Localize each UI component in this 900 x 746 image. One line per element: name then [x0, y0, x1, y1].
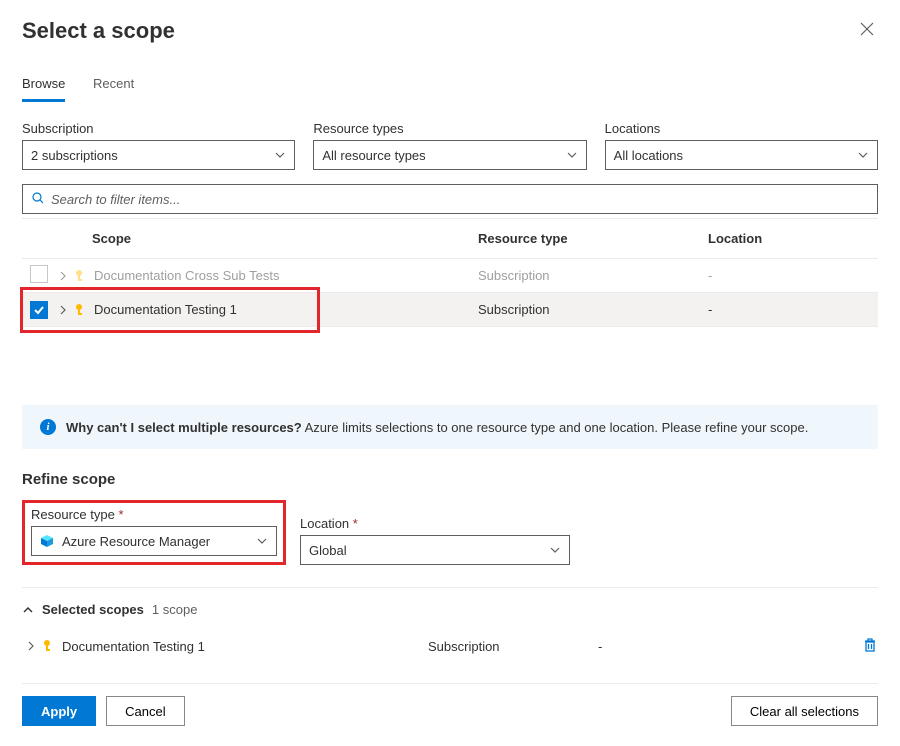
scope-name: Documentation Cross Sub Tests — [94, 268, 279, 283]
checkbox[interactable] — [30, 265, 48, 283]
subscription-label: Subscription — [22, 121, 295, 136]
chevron-right-icon[interactable] — [26, 641, 36, 651]
table-header: Scope Resource type Location — [22, 219, 878, 259]
col-location-header: Location — [708, 231, 878, 246]
search-input[interactable] — [45, 188, 869, 211]
tab-browse[interactable]: Browse — [22, 72, 65, 102]
dialog-title: Select a scope — [22, 18, 175, 44]
search-icon — [31, 191, 45, 208]
refine-resource-type-dropdown[interactable]: Azure Resource Manager — [31, 526, 277, 556]
info-icon: i — [40, 419, 56, 435]
close-icon[interactable] — [856, 18, 878, 43]
key-icon — [74, 303, 88, 317]
subscription-dropdown[interactable]: 2 subscriptions — [22, 140, 295, 170]
key-icon — [74, 269, 88, 283]
apply-button[interactable]: Apply — [22, 696, 96, 726]
col-scope-header: Scope — [58, 231, 478, 246]
locations-value: All locations — [614, 148, 683, 163]
cancel-button[interactable]: Cancel — [106, 696, 184, 726]
row-resource-type: Subscription — [478, 268, 708, 283]
chevron-up-icon[interactable] — [22, 604, 34, 616]
clear-all-button[interactable]: Clear all selections — [731, 696, 878, 726]
resource-types-label: Resource types — [313, 121, 586, 136]
table-row[interactable]: Documentation Cross Sub Tests Subscripti… — [22, 259, 878, 293]
search-box[interactable] — [22, 184, 878, 214]
refine-resource-type-label: Resource type * — [31, 507, 277, 522]
cube-icon — [40, 534, 54, 548]
locations-dropdown[interactable]: All locations — [605, 140, 878, 170]
row-location: - — [708, 268, 878, 283]
table-row[interactable]: Documentation Testing 1 Subscription - — [22, 293, 878, 327]
selected-scope-location: - — [598, 639, 848, 654]
selected-scope-name: Documentation Testing 1 — [62, 639, 205, 654]
subscription-value: 2 subscriptions — [31, 148, 118, 163]
info-text: Azure limits selections to one resource … — [305, 420, 809, 435]
resource-types-value: All resource types — [322, 148, 425, 163]
resource-types-dropdown[interactable]: All resource types — [313, 140, 586, 170]
chevron-right-icon[interactable] — [58, 271, 68, 281]
selected-scopes-count: 1 scope — [152, 602, 198, 617]
tab-recent[interactable]: Recent — [93, 72, 134, 99]
selected-scope-resource-type: Subscription — [428, 639, 598, 654]
info-question: Why can't I select multiple resources? — [66, 420, 302, 435]
selected-scopes-heading: Selected scopes — [42, 602, 144, 617]
chevron-down-icon — [274, 149, 286, 161]
checkbox[interactable] — [30, 301, 48, 319]
info-bar: i Why can't I select multiple resources?… — [22, 405, 878, 449]
chevron-down-icon — [256, 535, 268, 547]
col-resource-type-header: Resource type — [478, 231, 708, 246]
delete-icon[interactable] — [862, 641, 878, 656]
refine-location-label: Location * — [300, 516, 570, 531]
chevron-right-icon[interactable] — [58, 305, 68, 315]
refine-location-value: Global — [309, 543, 347, 558]
key-icon — [42, 639, 56, 653]
tab-bar: Browse Recent — [22, 72, 878, 103]
selected-scope-row: Documentation Testing 1 Subscription - — [22, 627, 878, 665]
chevron-down-icon — [857, 149, 869, 161]
scope-name: Documentation Testing 1 — [94, 302, 237, 317]
locations-label: Locations — [605, 121, 878, 136]
refine-location-dropdown[interactable]: Global — [300, 535, 570, 565]
chevron-down-icon — [549, 544, 561, 556]
refine-resource-type-value: Azure Resource Manager — [62, 534, 210, 549]
row-resource-type: Subscription — [478, 302, 708, 317]
refine-scope-heading: Refine scope — [22, 471, 878, 488]
chevron-down-icon — [566, 149, 578, 161]
annotation-highlight: Resource type * Azure Resource Manager — [22, 500, 286, 565]
row-location: - — [708, 302, 878, 317]
